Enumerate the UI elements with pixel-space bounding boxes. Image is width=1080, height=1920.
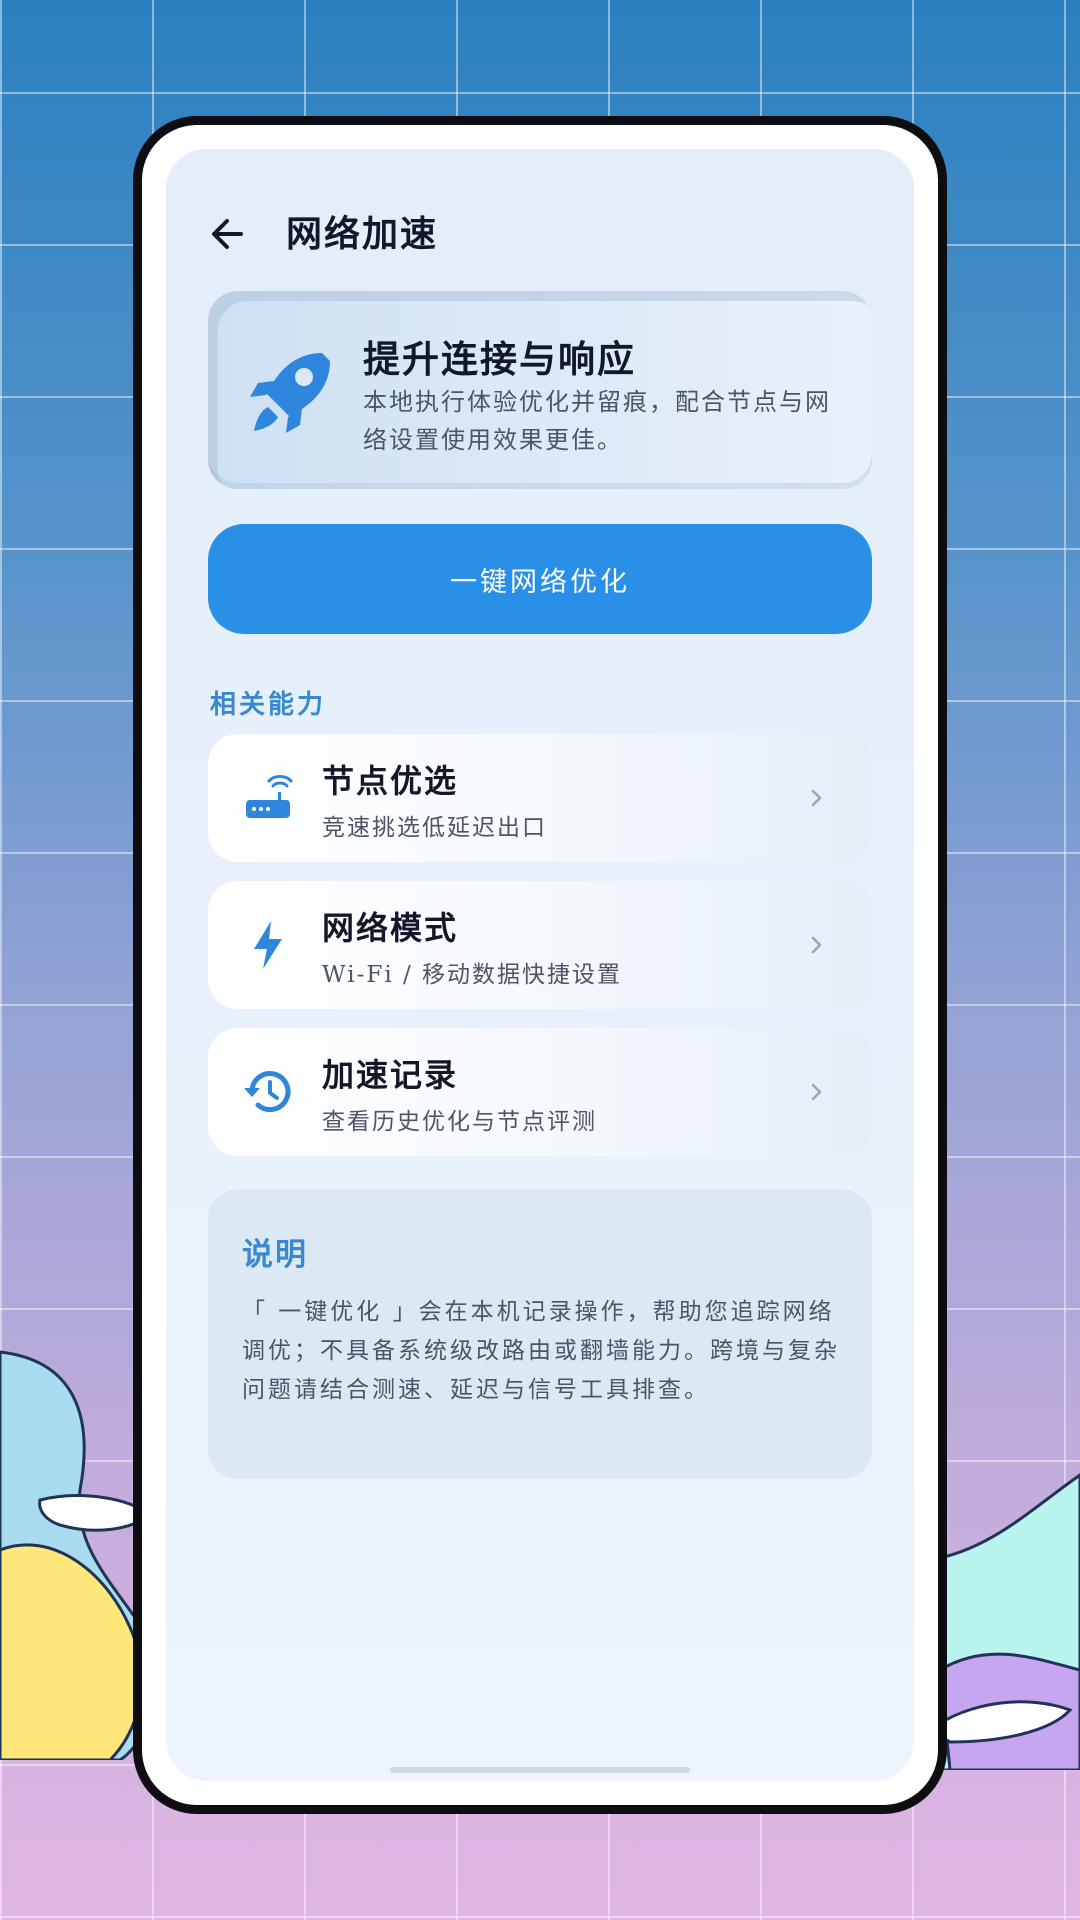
chevron-right-icon [796,1072,836,1112]
chevron-right-icon [796,778,836,818]
hero-description: 本地执行体验优化并留痕，配合节点与网络设置使用效果更佳。 [363,388,831,454]
arrow-left-icon [212,219,243,249]
one-tap-optimize-button[interactable]: 一键网络优化 [208,524,872,634]
list-item-network-mode[interactable]: 网络模式 Wi-Fi / 移动数据快捷设置 [208,881,872,1009]
note-body: 「 一键优化 」会在本机记录操作，帮助您追踪网络调优；不具备系统级改路由或翻墙能… [242,1299,840,1403]
list-item-title: 节点优选 [322,762,459,800]
list-item-title: 网络模式 [322,909,459,947]
router-wifi-icon [238,768,298,828]
list-item-subtitle: 竞速挑选低延迟出口 [322,815,547,841]
hero-title: 提升连接与响应 [363,337,636,381]
wallpaper: 网络加速 提升连接与响应 本地执行体验优化并留痕，配合节点与网络设置使用效果更佳… [0,0,1080,1920]
phone-frame: 网络加速 提升连接与响应 本地执行体验优化并留痕，配合节点与网络设置使用效果更佳… [133,116,947,1814]
list-item-subtitle: 查看历史优化与节点评测 [322,1109,597,1135]
list-item-subtitle: Wi-Fi / 移动数据快捷设置 [322,962,623,988]
app-screen: 网络加速 提升连接与响应 本地执行体验优化并留痕，配合节点与网络设置使用效果更佳… [166,149,914,1781]
section-label: 相关能力 [210,690,327,720]
history-clock-icon [238,1062,298,1122]
lightning-icon [238,915,298,975]
note-title: 说明 [242,1237,308,1273]
list-item-accel-history[interactable]: 加速记录 查看历史优化与节点评测 [208,1028,872,1156]
home-indicator[interactable] [390,1767,690,1773]
hero-card: 提升连接与响应 本地执行体验优化并留痕，配合节点与网络设置使用效果更佳。 [208,291,872,489]
rocket-icon [250,353,330,433]
list-item-title: 加速记录 [322,1056,459,1094]
list-item-node-select[interactable]: 节点优选 竞速挑选低延迟出口 [208,734,872,862]
info-note-card: 说明 「 一键优化 」会在本机记录操作，帮助您追踪网络调优；不具备系统级改路由或… [208,1189,872,1479]
page-title: 网络加速 [286,213,439,255]
top-bar: 网络加速 [166,193,914,273]
back-button[interactable] [202,209,252,259]
right-decor-blob [930,1473,1080,1770]
chevron-right-icon [796,925,836,965]
